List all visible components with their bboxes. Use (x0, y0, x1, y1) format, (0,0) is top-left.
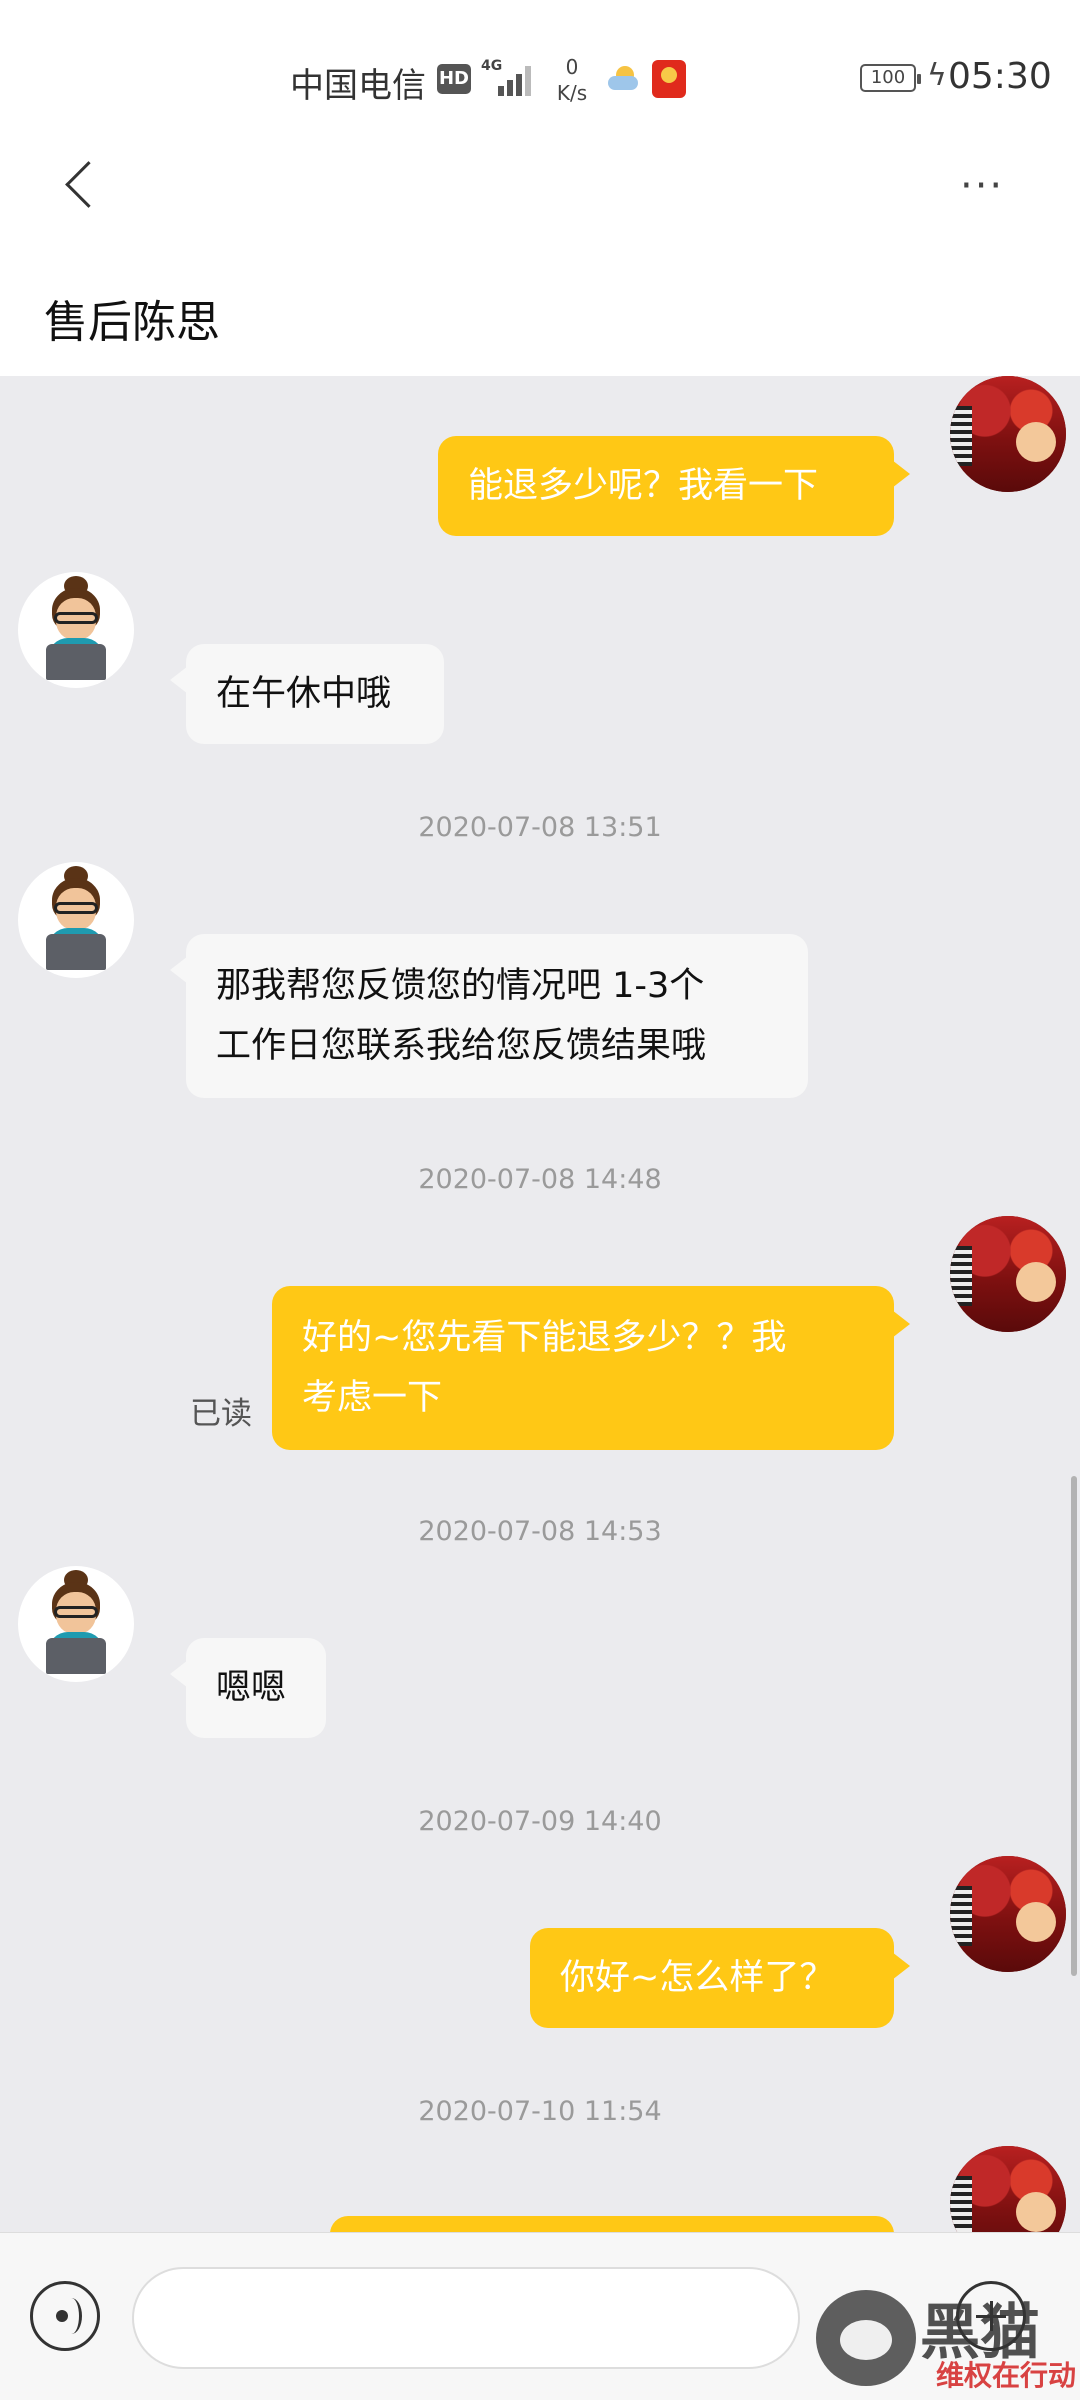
user-avatar[interactable] (950, 1856, 1066, 1972)
message-line: 那我帮您反馈您的情况吧 1-3个 (216, 966, 705, 1006)
weather-icon (606, 64, 640, 94)
message-text: 嗯嗯 (216, 1668, 287, 1708)
message-timestamp: 2020-07-09 14:40 (418, 1806, 662, 1837)
battery-icon: 100 (860, 64, 921, 92)
message-line: 考虑一下 (302, 1378, 443, 1418)
red-packet-icon (652, 60, 686, 98)
watermark-logo: 黑猫 维权在行动 (816, 2280, 1080, 2400)
network-speed: 0 K/s (552, 54, 592, 106)
user-avatar[interactable] (950, 376, 1066, 492)
signal-icon (498, 62, 538, 96)
message-timestamp: 2020-07-08 14:53 (418, 1516, 662, 1547)
chat-message-self-partial[interactable] (330, 2216, 894, 2232)
chat-message-agent[interactable]: 在午休中哦 (170, 644, 444, 744)
scrollbar[interactable] (1071, 1476, 1077, 1976)
message-line: 工作日您联系我给您反馈结果哦 (216, 1026, 707, 1066)
status-time: 05:30 (948, 56, 1052, 97)
black-cat-icon (816, 2290, 916, 2386)
chat-area[interactable]: 能退多少呢？我看一下 在午休中哦 2020-07-08 13:51 那我帮您反馈… (0, 376, 1080, 2232)
message-text: 在午休中哦 (216, 674, 392, 714)
message-text: 能退多少呢？我看一下 (468, 466, 819, 506)
chat-message-self[interactable]: 你好~怎么样了？ (530, 1928, 910, 2028)
back-button[interactable] (62, 164, 102, 214)
message-timestamp: 2020-07-08 14:48 (418, 1164, 662, 1195)
chat-message-self[interactable]: 好的~您先看下能退多少？？我 考虑一下 (272, 1286, 910, 1450)
chat-message-self[interactable]: 能退多少呢？我看一下 (438, 436, 910, 536)
voice-input-icon[interactable] (30, 2281, 100, 2351)
message-text: 你好~怎么样了？ (560, 1958, 835, 1998)
watermark-subtext: 维权在行动 (936, 2359, 1077, 2392)
user-avatar[interactable] (950, 1216, 1066, 1332)
message-timestamp: 2020-07-10 11:54 (418, 2096, 662, 2127)
speed-unit: K/s (556, 81, 588, 105)
chat-message-agent[interactable]: 那我帮您反馈您的情况吧 1-3个 工作日您联系我给您反馈结果哦 (170, 934, 808, 1098)
speed-value: 0 (565, 55, 579, 79)
more-options-icon[interactable]: ··· (960, 166, 1004, 206)
page-title: 售后陈思 (44, 297, 220, 348)
status-bar: 中国电信 HD 4G 0 K/s 100 ϟ 05:30 (0, 0, 1080, 160)
hd-badge: HD (437, 64, 471, 94)
agent-avatar[interactable] (18, 572, 134, 688)
agent-avatar[interactable] (18, 1566, 134, 1682)
message-input[interactable] (132, 2267, 800, 2369)
read-status: 已读 (190, 1396, 252, 1432)
user-avatar[interactable] (950, 2146, 1066, 2232)
chat-message-agent[interactable]: 嗯嗯 (170, 1638, 326, 1738)
message-timestamp: 2020-07-08 13:51 (418, 812, 662, 843)
charging-icon: ϟ (927, 58, 947, 93)
carrier-name: 中国电信 (290, 66, 426, 106)
message-line: 好的~您先看下能退多少？？我 (302, 1318, 787, 1358)
agent-avatar[interactable] (18, 862, 134, 978)
